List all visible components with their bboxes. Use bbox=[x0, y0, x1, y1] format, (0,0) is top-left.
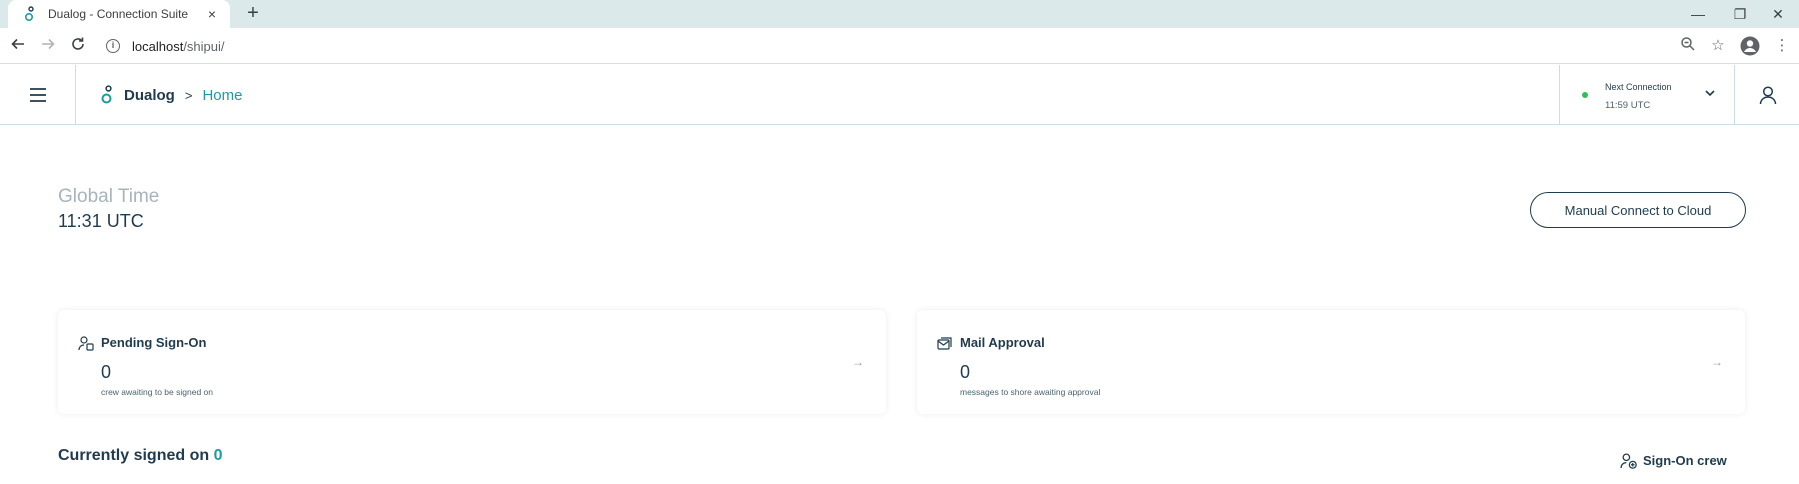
profile-avatar-icon[interactable] bbox=[1740, 36, 1760, 56]
zoom-icon[interactable] bbox=[1678, 36, 1698, 56]
url-path: /shipui/ bbox=[183, 38, 225, 54]
user-icon bbox=[1759, 86, 1776, 105]
mail-approval-card[interactable]: Mail Approval 0 messages to shore awaiti… bbox=[917, 310, 1745, 414]
hamburger-menu-button[interactable] bbox=[0, 65, 76, 125]
app-header: Dualog > Home Next Connection 11:59 UTC bbox=[0, 65, 1799, 125]
manual-connect-button[interactable]: Manual Connect to Cloud bbox=[1530, 192, 1746, 228]
url-text: localhost/shipui/ bbox=[132, 39, 225, 54]
card-subtitle: crew awaiting to be signed on bbox=[101, 387, 213, 397]
mail-approval-icon bbox=[937, 337, 952, 350]
breadcrumb-current-page: Home bbox=[202, 86, 243, 104]
window-close-icon[interactable]: ✕ bbox=[1758, 3, 1798, 25]
arrow-right-icon[interactable]: → bbox=[1711, 355, 1723, 369]
browser-menu-icon[interactable]: ⋮ bbox=[1772, 36, 1792, 56]
back-arrow-icon[interactable] bbox=[8, 36, 28, 56]
card-value: 0 bbox=[101, 362, 112, 382]
tab-title: Dualog - Connection Suite bbox=[48, 7, 189, 21]
connection-status-dot bbox=[1582, 92, 1588, 98]
user-add-icon bbox=[1620, 453, 1637, 469]
restore-icon[interactable]: ❐ bbox=[1720, 3, 1760, 25]
browser-toolbar: i localhost/shipui/ ☆ ⋮ bbox=[0, 28, 1799, 64]
address-bar[interactable]: i localhost/shipui/ bbox=[106, 34, 1686, 58]
card-title: Pending Sign-On bbox=[101, 335, 207, 350]
card-title: Mail Approval bbox=[960, 335, 1045, 350]
site-info-icon[interactable]: i bbox=[106, 39, 120, 53]
dualog-favicon-icon bbox=[24, 6, 34, 22]
next-connection-dropdown[interactable]: Next Connection 11:59 UTC bbox=[1559, 65, 1735, 125]
bookmark-star-icon[interactable]: ☆ bbox=[1708, 36, 1728, 56]
reload-icon[interactable] bbox=[68, 36, 88, 56]
global-time-value: 11:31 UTC bbox=[58, 211, 144, 231]
card-subtitle: messages to shore awaiting approval bbox=[960, 387, 1101, 397]
forward-arrow-icon[interactable] bbox=[38, 36, 58, 56]
pending-sign-on-card[interactable]: Pending Sign-On 0 crew awaiting to be si… bbox=[58, 310, 886, 414]
arrow-right-icon[interactable]: → bbox=[852, 355, 864, 369]
breadcrumb: Dualog > Home bbox=[100, 83, 242, 107]
browser-tab-strip: Dualog - Connection Suite × + — ❐ ✕ bbox=[0, 0, 1799, 28]
hamburger-icon bbox=[29, 88, 46, 102]
next-connection-label: Next Connection bbox=[1605, 82, 1672, 92]
minimize-icon[interactable]: — bbox=[1678, 3, 1718, 25]
tab-close-icon[interactable]: × bbox=[204, 6, 220, 22]
chevron-down-icon bbox=[1705, 90, 1715, 97]
card-value: 0 bbox=[960, 362, 971, 382]
global-time-label: Global Time bbox=[58, 186, 160, 207]
browser-tab[interactable]: Dualog - Connection Suite × bbox=[8, 0, 230, 28]
dualog-logo-icon bbox=[101, 85, 112, 104]
url-host: localhost bbox=[132, 38, 184, 54]
breadcrumb-separator: > bbox=[184, 87, 193, 103]
currently-signed-on-count: 0 bbox=[213, 447, 223, 464]
new-tab-button[interactable]: + bbox=[242, 3, 264, 25]
currently-signed-on-label: Currently signed on bbox=[58, 447, 210, 464]
currently-signed-on-heading: Currently signed on 0 bbox=[58, 447, 222, 465]
next-connection-time: 11:59 UTC bbox=[1605, 100, 1651, 111]
sign-on-crew-button[interactable]: Sign-On crew bbox=[1620, 452, 1727, 469]
user-account-button[interactable] bbox=[1736, 65, 1799, 125]
breadcrumb-brand[interactable]: Dualog bbox=[124, 87, 175, 104]
sign-on-crew-label: Sign-On crew bbox=[1643, 453, 1727, 468]
user-pending-icon bbox=[78, 336, 94, 351]
